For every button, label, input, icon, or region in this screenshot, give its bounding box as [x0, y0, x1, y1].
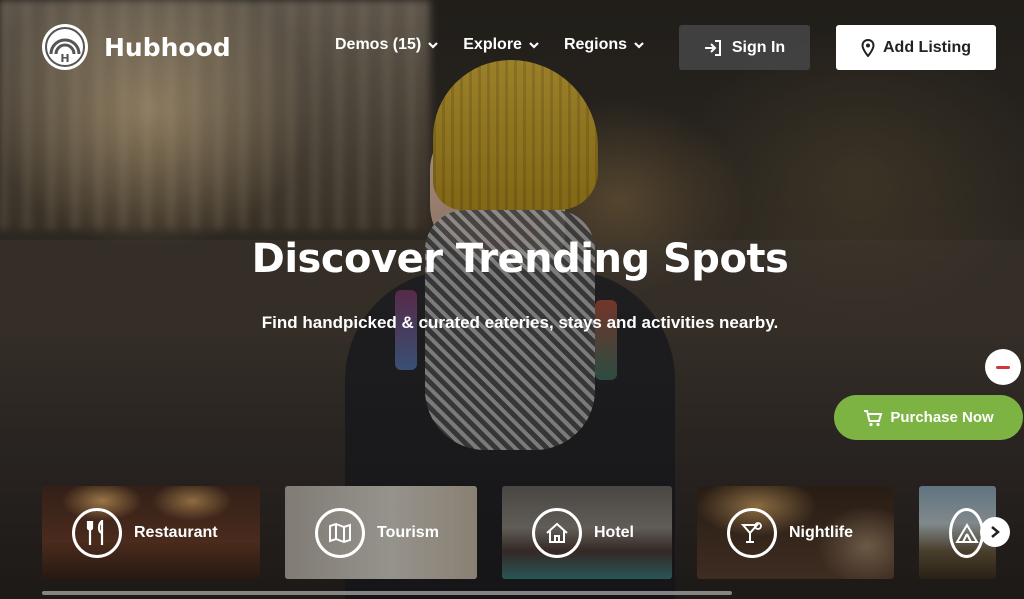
category-card-tourism[interactable]: Tourism	[285, 486, 477, 579]
category-label: Nightlife	[789, 523, 853, 541]
category-card-hotel[interactable]: Hotel	[502, 486, 672, 579]
nav-item-explore[interactable]: Explore	[463, 36, 540, 54]
category-label: Hotel	[594, 523, 634, 541]
sign-in-icon	[704, 39, 721, 56]
home-icon	[532, 507, 582, 558]
nav-item-regions[interactable]: Regions	[564, 36, 645, 54]
site-header: H Hubhood Demos (15) Explore Regions Sig…	[0, 0, 1024, 96]
nav-item-label: Regions	[563, 36, 628, 53]
purchase-now-button[interactable]: Purchase Now	[834, 395, 1023, 440]
chevron-down-icon	[428, 42, 439, 49]
chevron-down-icon	[634, 42, 644, 49]
nav-item-demos[interactable]: Demos (15)	[335, 36, 439, 54]
add-listing-button[interactable]: Add Listing	[836, 25, 996, 70]
carousel-next-button[interactable]	[980, 517, 1010, 547]
collapse-button[interactable]	[985, 349, 1021, 385]
minus-icon	[996, 365, 1010, 369]
logo-icon: H	[42, 24, 88, 70]
purchase-now-label: Purchase Now	[890, 409, 994, 426]
sign-in-button[interactable]: Sign In	[679, 25, 810, 70]
nav-item-label: Demos (15)	[335, 36, 422, 53]
sign-in-label: Sign In	[731, 38, 786, 56]
category-carousel: Restaurant Tourism Hotel Nightlife	[42, 486, 1024, 580]
site-logo[interactable]: H Hubhood	[42, 24, 231, 70]
map-pin-icon	[861, 38, 875, 57]
category-label: Tourism	[377, 523, 439, 541]
chevron-right-icon	[991, 526, 1000, 538]
brand-name: Hubhood	[104, 32, 231, 62]
category-card-restaurant[interactable]: Restaurant	[42, 486, 260, 579]
tent-icon	[949, 507, 984, 558]
chevron-down-icon	[529, 42, 539, 49]
category-card-nightlife[interactable]: Nightlife	[697, 486, 894, 579]
cocktail-icon	[727, 507, 777, 558]
map-icon	[315, 507, 365, 558]
add-listing-label: Add Listing	[883, 38, 971, 56]
hero-subtitle: Find handpicked & curated eateries, stay…	[261, 313, 779, 332]
category-label: Restaurant	[134, 523, 218, 541]
nav-item-label: Explore	[463, 36, 522, 53]
hero-title: Discover Trending Spots	[251, 236, 789, 282]
main-nav: Demos (15) Explore Regions	[335, 36, 645, 54]
cart-icon	[864, 409, 883, 426]
carousel-scrollbar[interactable]	[42, 591, 732, 595]
fork-knife-icon	[72, 507, 122, 558]
svg-text:H: H	[60, 52, 69, 65]
